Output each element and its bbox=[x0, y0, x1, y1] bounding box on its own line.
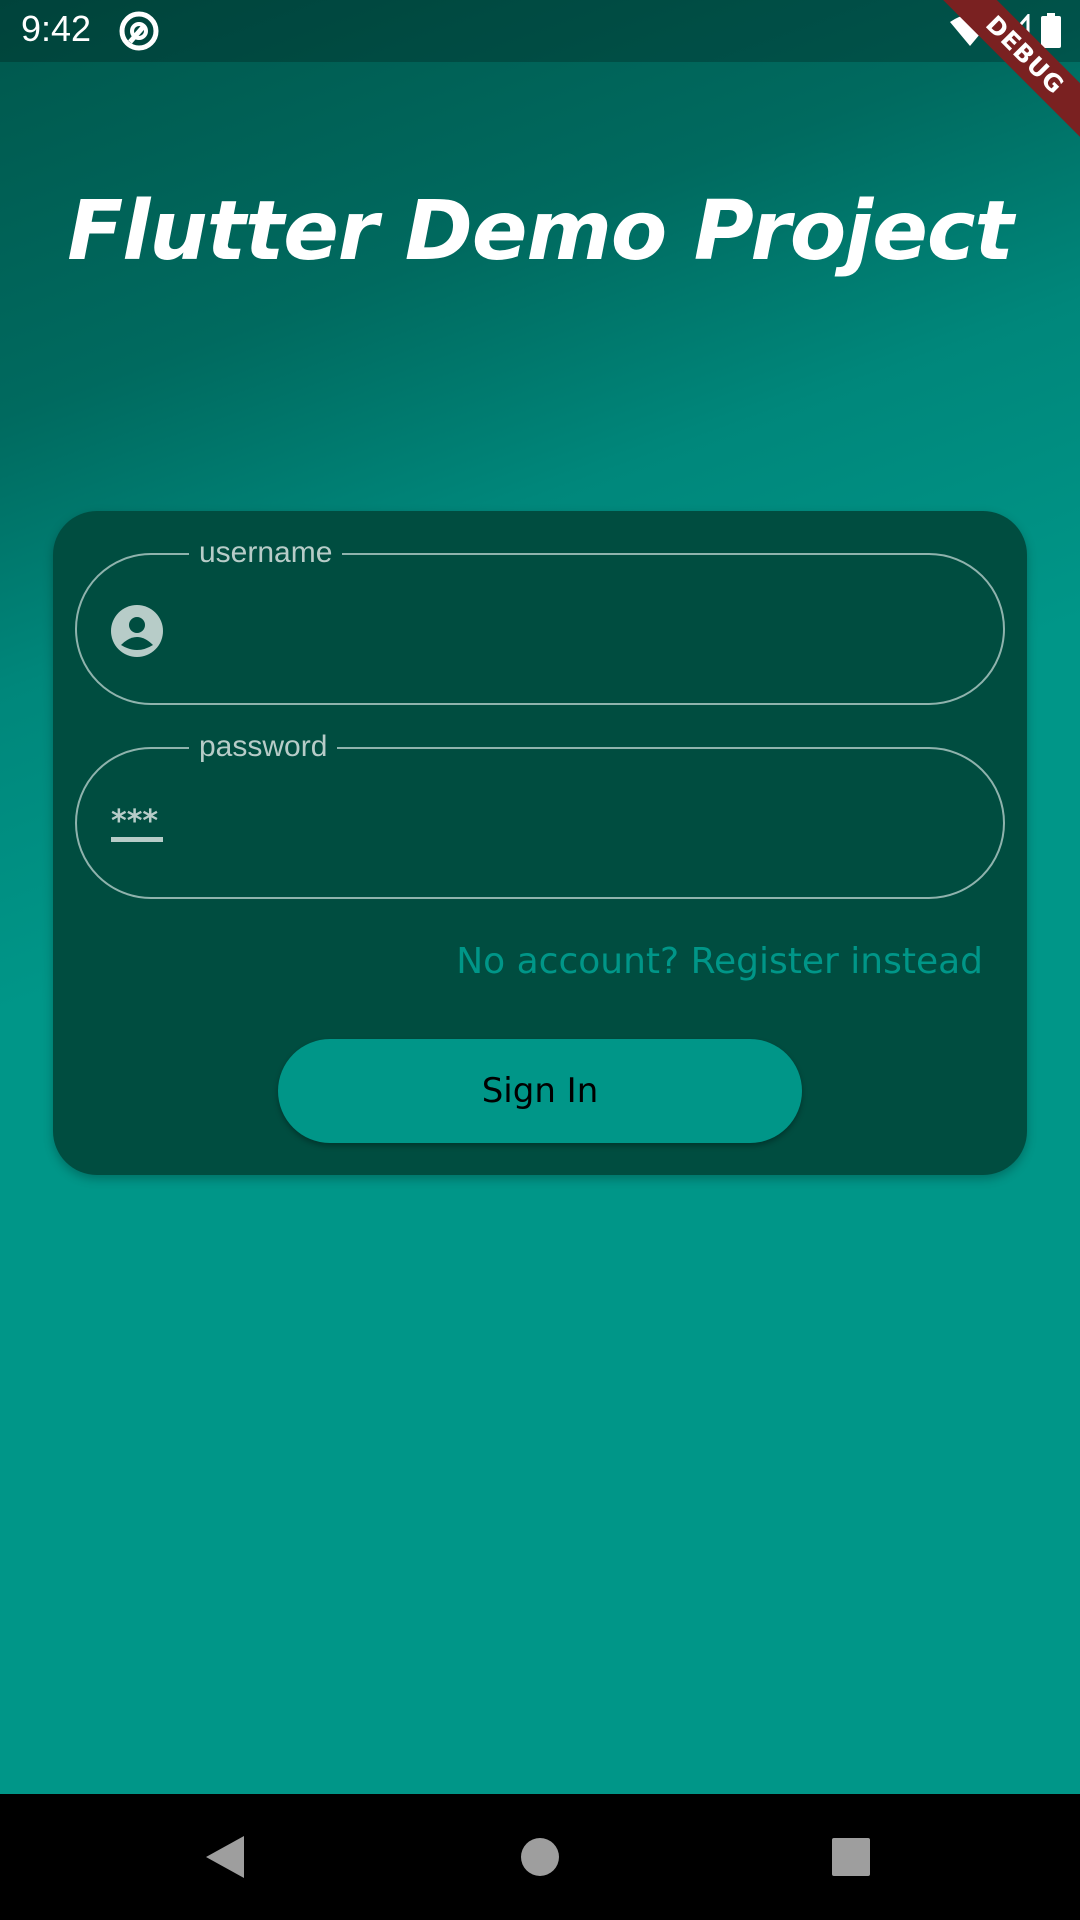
username-field[interactable]: username bbox=[75, 531, 1005, 705]
back-button[interactable] bbox=[192, 1824, 258, 1890]
password-icon: *** bbox=[111, 804, 163, 842]
sign-in-button[interactable]: Sign In bbox=[278, 1039, 802, 1143]
svg-text:***: *** bbox=[111, 804, 158, 839]
account-circle-icon bbox=[111, 605, 163, 657]
login-card: username password *** No account? Regist… bbox=[53, 511, 1027, 1175]
recents-button[interactable] bbox=[818, 1824, 884, 1890]
app-notification-icon bbox=[119, 11, 159, 51]
home-button[interactable] bbox=[507, 1824, 573, 1890]
battery-icon bbox=[1041, 13, 1061, 48]
app-screen: 9:42 DEBUG Flutter Demo Project username… bbox=[0, 0, 1080, 1920]
status-bar: 9:42 bbox=[0, 0, 1080, 62]
wifi-icon bbox=[950, 15, 990, 46]
recents-icon bbox=[832, 1838, 870, 1876]
status-icons bbox=[950, 12, 1062, 50]
cell-signal-icon bbox=[1000, 14, 1030, 48]
password-field[interactable]: password *** bbox=[75, 725, 1005, 899]
page-title: Flutter Demo Project bbox=[67, 184, 1013, 279]
status-time: 9:42 bbox=[21, 8, 92, 49]
home-icon bbox=[521, 1838, 559, 1876]
username-label: username bbox=[189, 531, 343, 575]
username-input[interactable] bbox=[197, 591, 961, 669]
password-label: password bbox=[189, 725, 338, 769]
back-icon bbox=[206, 1836, 244, 1878]
navigation-bar bbox=[0, 1794, 1080, 1920]
password-input[interactable] bbox=[197, 785, 961, 863]
register-link[interactable]: No account? Register instead bbox=[456, 941, 983, 982]
